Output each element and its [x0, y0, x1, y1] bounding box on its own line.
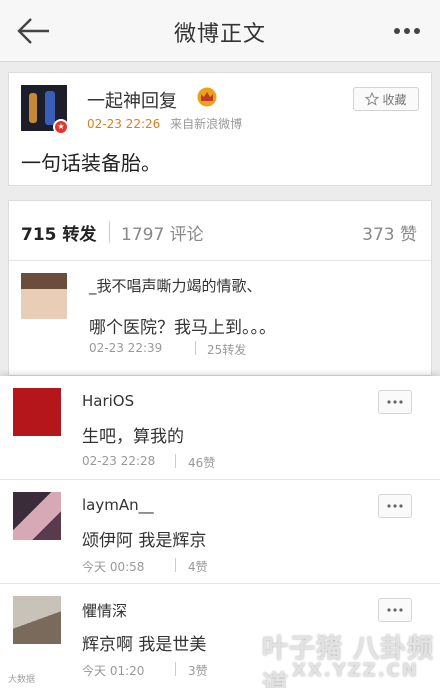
comment-user[interactable]: laymAn__ [82, 496, 154, 514]
ellipsis-icon [387, 400, 403, 404]
list-item: laymAn__ 颂伊阿 我是辉京 今天 00:58 4赞 [0, 480, 440, 584]
avatar-figure [29, 93, 37, 123]
meta-divider [175, 662, 176, 676]
repost-time: 02-23 22:39 [89, 341, 163, 355]
ellipsis-icon [387, 504, 403, 508]
interaction-tabs: 715 转发 1797 评论 373 赞 [9, 201, 431, 261]
avatar-figure [45, 91, 55, 125]
favorite-label: 收藏 [382, 92, 407, 107]
comment-text: 生吧，算我的 [82, 427, 184, 447]
meta-divider [175, 558, 176, 572]
repost-user-name[interactable]: _我不唱声嘶力竭的情歌、 [89, 275, 262, 296]
comment-time: 今天 00:58 [82, 560, 145, 574]
star-icon [365, 92, 380, 106]
comment-likes: 3赞 [188, 664, 208, 678]
favorite-button[interactable]: 收藏 [353, 87, 419, 111]
repost-user-avatar[interactable] [21, 273, 67, 319]
tab-comment[interactable]: 1797 评论 [121, 220, 204, 245]
comment-text: 辉京啊 我是世美 [82, 635, 207, 655]
comment-more-button[interactable] [378, 494, 412, 518]
comment-avatar[interactable] [13, 492, 61, 540]
watermark-url: XX.YZZ.CN [292, 660, 419, 681]
top-bar: 微博正文 [0, 0, 440, 62]
page-title: 微博正文 [173, 22, 266, 47]
comment-more-button[interactable] [378, 390, 412, 414]
repost-text: 哪个医院？我马上到。。。 [89, 318, 276, 338]
meta-divider [175, 454, 176, 468]
tab-like[interactable]: 373 赞 [362, 220, 417, 245]
author-name[interactable]: 一起神回复 [87, 87, 177, 113]
meta-divider [195, 341, 196, 355]
list-item: HariOS 生吧，算我的 02-23 22:28 46赞 [0, 376, 440, 480]
corner-watermark: 大数据 [8, 675, 36, 685]
comment-time: 今天 01:20 [82, 664, 145, 678]
comment-time: 02-23 22:28 [82, 454, 156, 468]
post-meta: 02-23 22:26 来自新浪微博 [87, 115, 242, 132]
comment-user[interactable]: HariOS [82, 392, 134, 410]
tab-repost[interactable]: 715 转发 [21, 220, 96, 245]
crown-icon [197, 87, 217, 107]
repost-count: 25转发 [207, 343, 247, 357]
comment-avatar[interactable] [13, 596, 61, 644]
post-card: ★ 一起神回复 02-23 22:26 来自新浪微博 收藏 一句话装备胎。 [8, 72, 432, 186]
vip-badge-icon: ★ [53, 119, 69, 135]
tab-divider [109, 221, 110, 243]
comment-likes: 46赞 [188, 456, 216, 470]
comment-avatar[interactable] [13, 388, 61, 436]
ellipsis-icon [387, 608, 403, 612]
comment-user[interactable]: 懼情深 [82, 600, 127, 621]
post-source: 来自新浪微博 [170, 117, 243, 131]
post-time: 02-23 22:26 [87, 117, 161, 131]
comment-likes: 4赞 [188, 560, 208, 574]
interaction-card: 715 转发 1797 评论 373 赞 _我不唱声嘶力竭的情歌、 哪个医院？我… [8, 200, 432, 376]
post-text: 一句话装备胎。 [21, 151, 161, 175]
comment-text: 颂伊阿 我是辉京 [82, 531, 207, 551]
comment-more-button[interactable] [378, 598, 412, 622]
more-options-icon[interactable] [392, 26, 422, 36]
